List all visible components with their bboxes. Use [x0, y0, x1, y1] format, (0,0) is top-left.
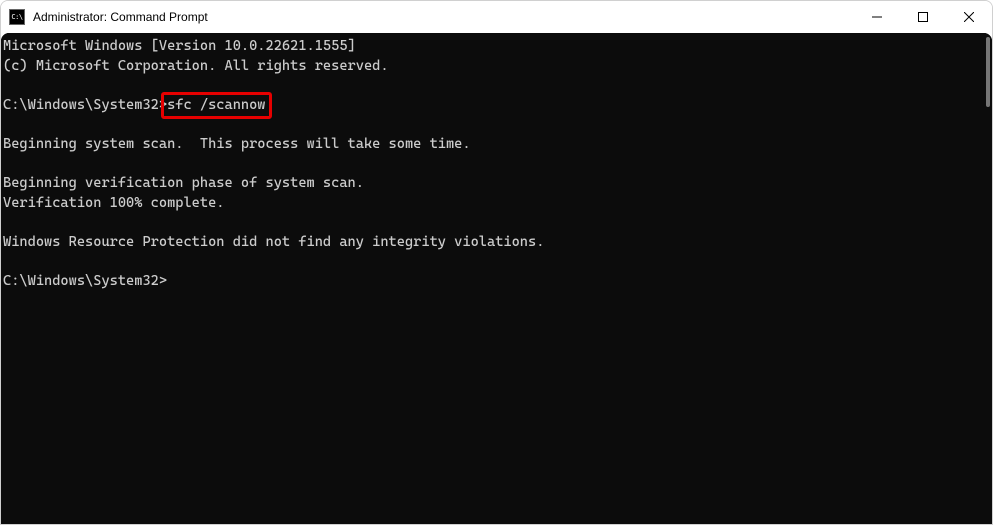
output-line [3, 115, 992, 135]
command-input: sfc /scannow [167, 96, 265, 116]
output-line: Beginning system scan. This process will… [3, 135, 992, 155]
output-line [3, 213, 992, 233]
output-line: Beginning verification phase of system s… [3, 174, 992, 194]
window-title: Administrator: Command Prompt [33, 10, 854, 24]
output-line [3, 155, 992, 175]
close-icon [964, 12, 974, 22]
maximize-icon [918, 12, 928, 22]
titlebar[interactable]: C:\ Administrator: Command Prompt [1, 1, 992, 33]
prompt-line: C:\Windows\System32>sfc /scannow [3, 96, 992, 116]
prompt-path: C:\Windows\System32> [3, 272, 167, 292]
output-line: (c) Microsoft Corporation. All rights re… [3, 57, 992, 77]
minimize-button[interactable] [854, 1, 900, 33]
prompt-line: C:\Windows\System32> [3, 272, 992, 292]
minimize-icon [872, 12, 882, 22]
output-line: Windows Resource Protection did not find… [3, 233, 992, 253]
output-line [3, 253, 992, 273]
maximize-button[interactable] [900, 1, 946, 33]
close-button[interactable] [946, 1, 992, 33]
output-line [3, 76, 992, 96]
output-line: Verification 100% complete. [3, 194, 992, 214]
command-prompt-icon: C:\ [9, 9, 25, 25]
window-frame: C:\ Administrator: Command Prompt Micros… [0, 0, 993, 525]
prompt-path: C:\Windows\System32> [3, 96, 167, 116]
terminal-output[interactable]: Microsoft Windows [Version 10.0.22621.15… [1, 33, 992, 524]
output-line: Microsoft Windows [Version 10.0.22621.15… [3, 37, 992, 57]
scrollbar-thumb[interactable] [986, 37, 990, 107]
terminal-viewport: Microsoft Windows [Version 10.0.22621.15… [1, 33, 992, 524]
window-controls [854, 1, 992, 33]
